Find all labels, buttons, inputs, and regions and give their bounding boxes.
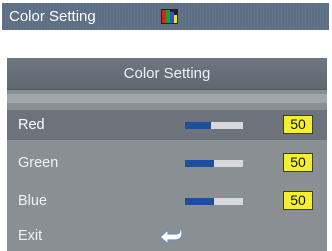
green-level-slider[interactable] [185,160,243,167]
menu-item-label: Blue [18,193,48,209]
color-setting-menu: Color Setting Red 50 Green 50 Blue 50 Ex… [7,58,327,251]
menu-item-green[interactable]: Green 50 [7,148,327,178]
divider-band [7,94,327,103]
menu-item-blue[interactable]: Blue 50 [7,186,327,216]
blue-level-slider[interactable] [185,198,243,205]
red-level-slider[interactable] [185,122,243,129]
blue-value-box: 50 [283,191,313,210]
menu-item-label: Exit [18,228,43,244]
slider-fill [185,160,214,167]
menu-item-label: Green [18,155,59,171]
menu-title: Color Setting [123,65,211,82]
return-arrow-icon [159,227,183,245]
red-value-box: 50 [283,115,313,134]
menu-item-label: Red [18,117,45,133]
tab-title: Color Setting [9,8,96,25]
menu-item-red[interactable]: Red 50 [7,110,327,140]
color-bars-icon [161,9,178,24]
slider-fill [185,122,212,129]
slider-fill [185,198,214,205]
menu-item-exit[interactable]: Exit [7,221,327,251]
color-setting-tab[interactable]: Color Setting [2,3,329,30]
green-value-box: 50 [283,153,313,172]
menu-header: Color Setting [7,58,327,90]
